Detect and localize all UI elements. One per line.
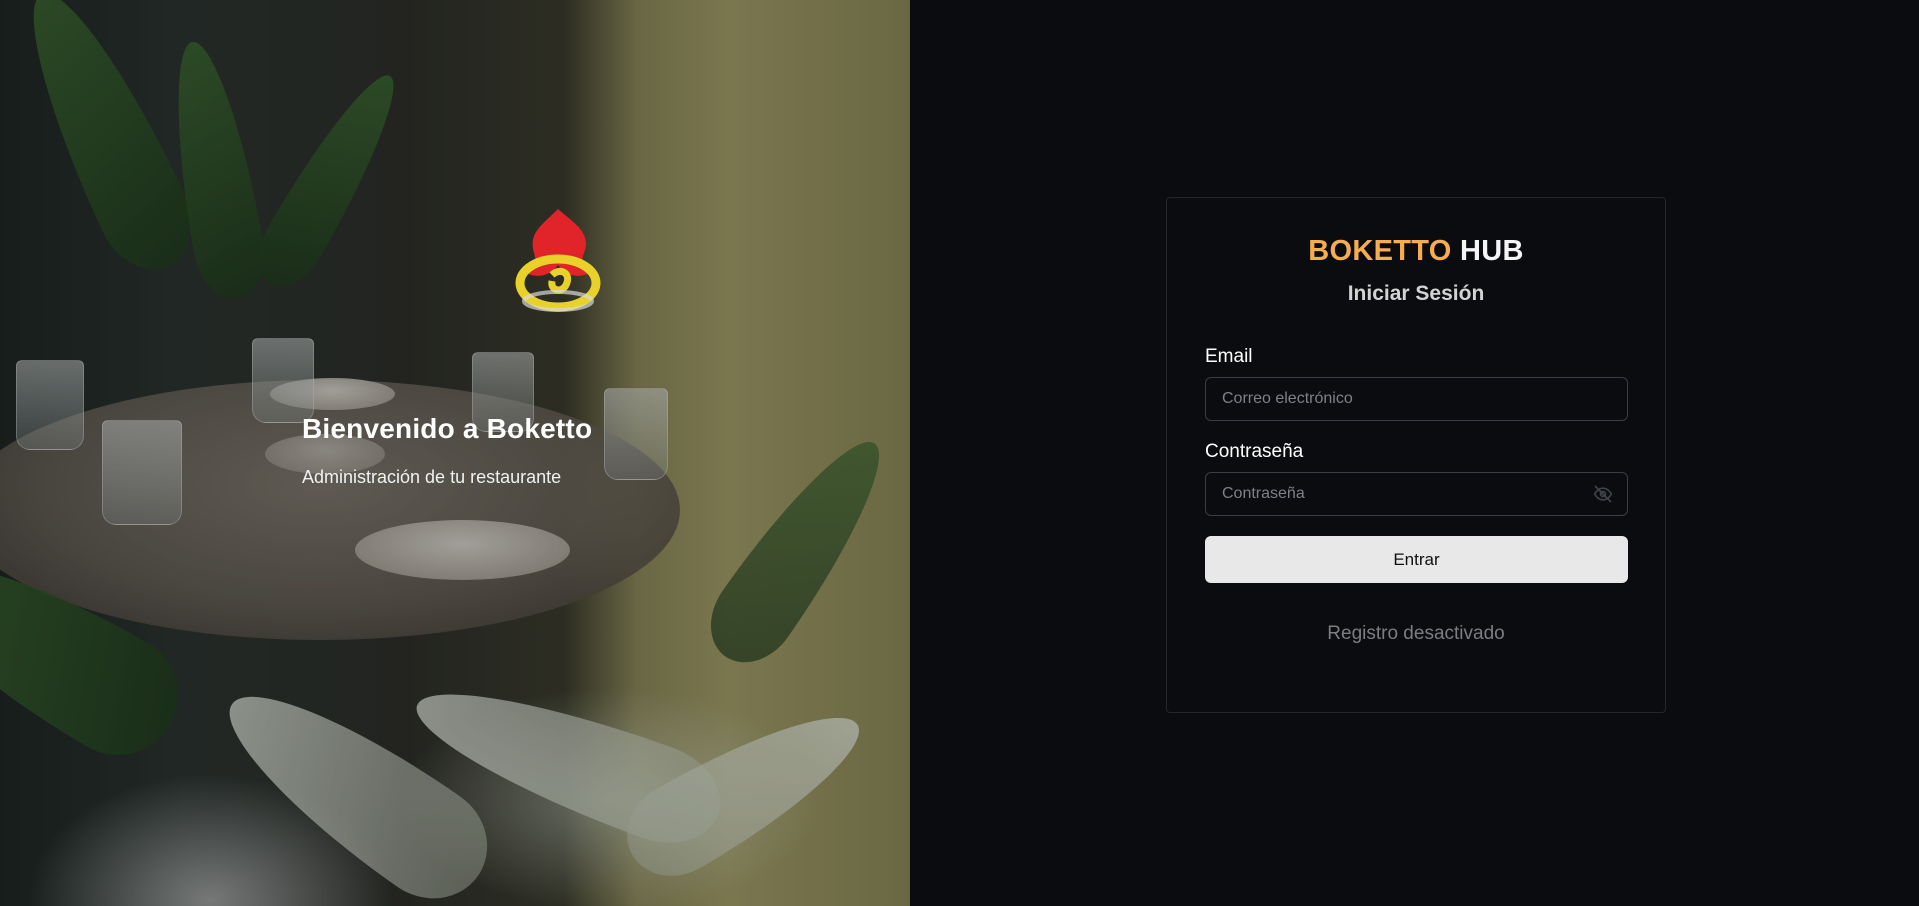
brand-accent: BOKETTO [1308,235,1452,267]
registration-disabled-note: Registro desactivado [1327,623,1505,644]
hero-title: Bienvenido a Boketto [302,413,593,444]
password-label: Contraseña [1205,441,1304,462]
login-page: Bienvenido a Boketto Administración de t… [0,0,1919,906]
login-card: BOKETTO HUB Iniciar Sesión Email Contras… [1166,197,1666,713]
brand-logo-text: BOKETTO HUB [1205,235,1627,268]
password-field-wrapper [1205,472,1628,516]
email-label: Email [1205,346,1253,367]
auth-panel: BOKETTO HUB Iniciar Sesión Email Contras… [910,0,1919,906]
neon-flame-logo [515,209,601,312]
email-field-wrapper [1205,377,1628,421]
login-submit-button[interactable]: Entrar [1205,536,1628,583]
hero-panel: Bienvenido a Boketto Administración de t… [0,0,910,906]
hero-text: Bienvenido a Boketto Administración de t… [302,413,592,488]
hero-subtitle: Administración de tu restaurante [302,467,562,487]
eye-off-icon[interactable] [1592,484,1614,504]
email-field[interactable] [1205,377,1628,421]
login-heading: Iniciar Sesión [1347,282,1485,305]
brand-main: HUB [1459,235,1524,267]
password-field[interactable] [1205,472,1628,516]
